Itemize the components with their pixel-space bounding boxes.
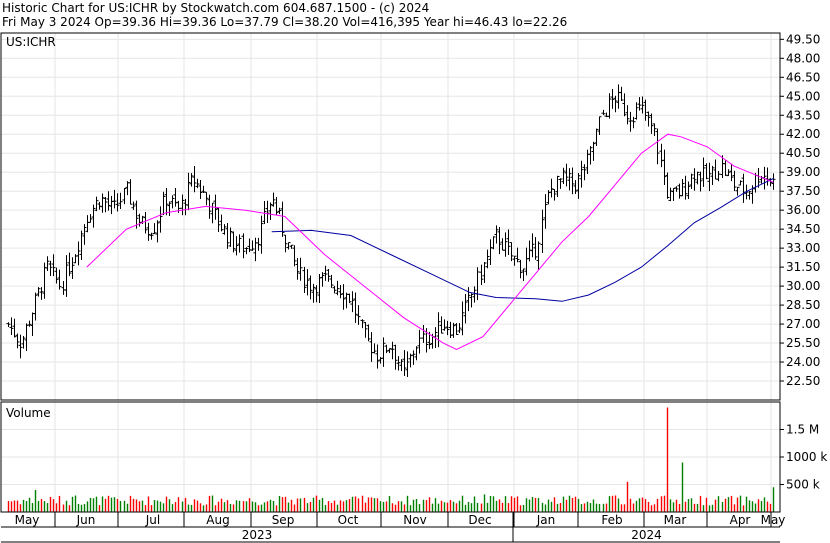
volume-tick-label: 1000 k [786, 450, 827, 464]
volume-bars [7, 407, 775, 512]
month-label: Oct [338, 513, 359, 527]
price-tick-label: 42.00 [786, 127, 820, 141]
price-tick-label: 48.00 [786, 51, 820, 65]
price-tick-label: 28.50 [786, 298, 820, 312]
price-tick-label: 49.50 [786, 32, 820, 46]
price-tick-label: 43.50 [786, 108, 820, 122]
price-tick-label: 39.00 [786, 165, 820, 179]
price-tick-label: 36.00 [786, 203, 820, 217]
price-tick-label: 31.50 [786, 260, 820, 274]
price-tick-label: 37.50 [786, 184, 820, 198]
price-grid [1, 33, 780, 400]
price-axis: 22.50 24.00 25.50 27.00 28.50 30.00 31.50 33.00… [780, 32, 820, 388]
month-label: Sep [272, 513, 295, 527]
price-tick-label: 30.00 [786, 279, 820, 293]
year-label: 2024 [631, 528, 662, 542]
price-tick-label: 27.00 [786, 317, 820, 331]
price-tick-label: 34.50 [786, 222, 820, 236]
volume-tick-label: 1.5 M [786, 423, 819, 437]
price-tick-label: 33.00 [786, 241, 820, 255]
month-label: Jun [76, 513, 96, 527]
price-tick-label: 22.50 [786, 374, 820, 388]
month-label: Jul [145, 513, 160, 527]
month-label: Mar [664, 513, 687, 527]
price-tick-label: 46.50 [786, 70, 820, 84]
month-axis: May Jun Jul Aug Sep Oct Nov Dec Jan Feb Mar Apr May [15, 512, 786, 527]
price-bars [6, 84, 776, 378]
moving-average-long [271, 178, 774, 302]
month-label: Apr [730, 513, 751, 527]
volume-grid [1, 402, 780, 512]
stock-chart: US:ICHR Volume 22.50 24.00 25.50 27.00 28.50… [0, 32, 827, 543]
volume-axis: 500 k 1000 k 1.5 M [780, 423, 827, 492]
year-label: 2023 [242, 528, 273, 542]
moving-average-short [86, 133, 774, 350]
volume-label: Volume [6, 406, 51, 420]
month-label: May [15, 513, 40, 527]
price-tick-label: 40.50 [786, 146, 820, 160]
price-tick-label: 45.00 [786, 89, 820, 103]
month-label: Nov [403, 513, 426, 527]
month-label: Jan [536, 513, 556, 527]
price-tick-label: 24.00 [786, 355, 820, 369]
volume-tick-label: 500 k [786, 478, 820, 492]
price-tick-label: 25.50 [786, 336, 820, 350]
month-label: Feb [601, 513, 622, 527]
month-label: Dec [468, 513, 491, 527]
month-label: Aug [206, 513, 229, 527]
month-label: May [761, 513, 786, 527]
symbol-label: US:ICHR [6, 35, 56, 49]
